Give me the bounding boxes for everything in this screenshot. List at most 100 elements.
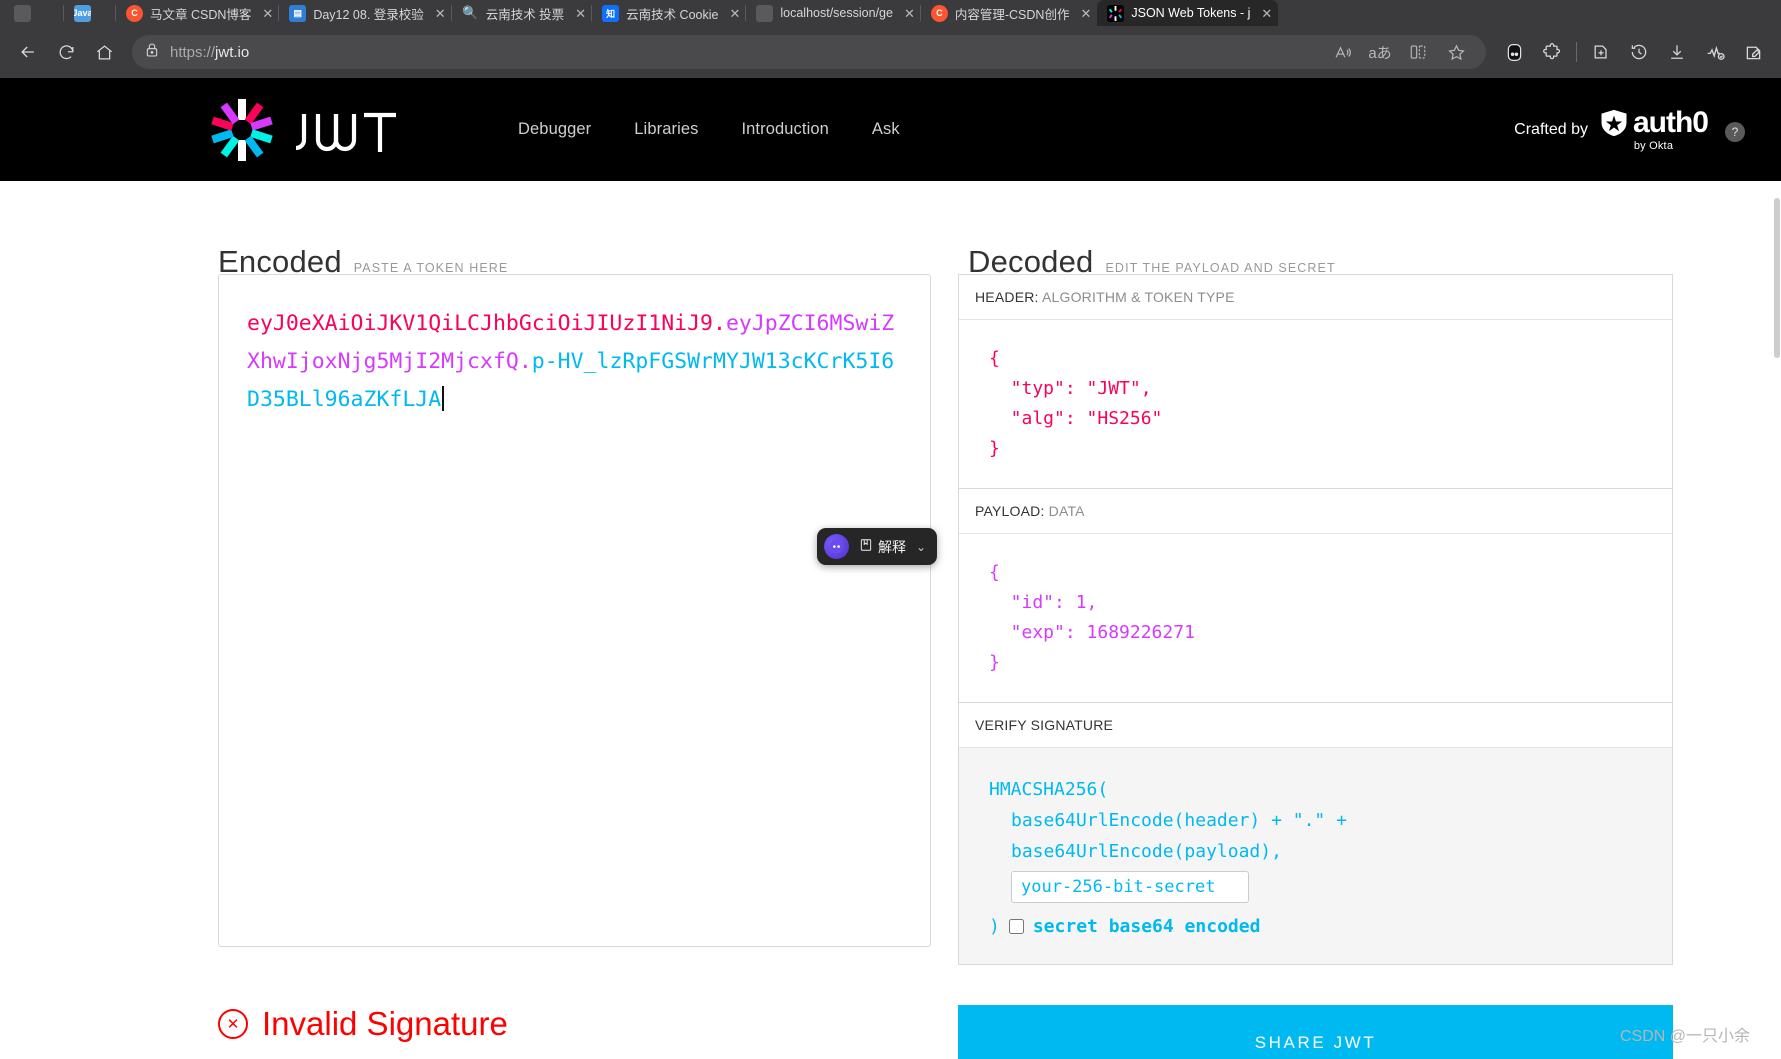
browser-tab[interactable]: C 马文章 CSDN博客 ✕ [116, 0, 280, 26]
home-icon[interactable] [86, 34, 122, 70]
header-label: HEADER: [975, 289, 1039, 305]
nav-item-introduction[interactable]: Introduction [741, 120, 828, 139]
nav-item-libraries[interactable]: Libraries [634, 120, 698, 139]
translate-widget-label[interactable]: 解释 [859, 537, 906, 557]
assistant-avatar-icon [824, 534, 849, 559]
signature-card: VERIFY SIGNATURE HMACSHA256( base64UrlEn… [958, 702, 1673, 965]
header-json[interactable]: { "typ": "JWT", "alg": "HS256" } [959, 320, 1672, 488]
history-icon[interactable] [1621, 34, 1657, 70]
decoded-title: Decoded [968, 244, 1094, 279]
header-card-title: HEADER: ALGORITHM & TOKEN TYPE [959, 275, 1672, 320]
encoded-token-input[interactable]: eyJ0eXAiOiJKV1QiLCJhbGciOiJIUzI1NiJ9.eyJ… [218, 274, 931, 947]
translate-widget[interactable]: 解释 ⌄ [817, 528, 938, 565]
jwt-wordmark [290, 109, 415, 152]
page-icon [756, 4, 774, 22]
read-aloud-icon[interactable] [1324, 34, 1360, 70]
site-nav: Debugger Libraries Introduction Ask [518, 120, 900, 139]
downloads-icon[interactable] [1659, 34, 1695, 70]
url-host: jwt.io [215, 43, 250, 61]
scrollbar-thumb[interactable] [1774, 198, 1780, 358]
site-header: Debugger Libraries Introduction Ask Craf… [0, 78, 1781, 181]
jwt-logo[interactable] [210, 98, 415, 162]
nav-item-debugger[interactable]: Debugger [518, 120, 591, 139]
text-caret [442, 386, 445, 411]
close-icon[interactable]: ✕ [431, 7, 446, 20]
jwt-token-text: eyJ0eXAiOiJKV1QiLCJhbGciOiJIUzI1NiJ9.eyJ… [247, 305, 902, 419]
signature-label: VERIFY SIGNATURE [975, 717, 1114, 733]
section-captions: Encoded PASTE A TOKEN HERE Decoded EDIT … [0, 244, 1781, 279]
browser-tab[interactable]: 知 云南技术 Cookie ✕ [592, 0, 747, 26]
collections-icon[interactable] [1583, 34, 1619, 70]
browser-tab[interactable]: ▤ Day12 08. 登录校验 ✕ [279, 0, 452, 26]
encoded-column: eyJ0eXAiOiJKV1QiLCJhbGciOiJIUzI1NiJ9.eyJ… [218, 274, 931, 1059]
java-icon: Java [74, 4, 91, 22]
address-bar-actions: aあ [1324, 34, 1474, 70]
payload-json[interactable]: { "id": 1, "exp": 1689226271 } [959, 534, 1672, 702]
base64-checkbox[interactable] [1008, 919, 1024, 934]
crafted-by-auth0[interactable]: Crafted by auth0 by Okta ? [1514, 105, 1745, 152]
close-icon[interactable]: ✕ [900, 7, 915, 20]
profile-icon[interactable] [1735, 34, 1771, 70]
browser-tab-active[interactable]: JSON Web Tokens - j ✕ [1097, 0, 1279, 26]
signature-status-label: Invalid Signature [262, 1005, 508, 1042]
signature-formula: HMACSHA256( base64UrlEncode(header) + ".… [959, 748, 1672, 964]
header-sublabel: ALGORITHM & TOKEN TYPE [1041, 289, 1235, 305]
error-x-icon: ✕ [218, 1009, 248, 1039]
tab-title: 云南技术 投票 [485, 7, 565, 22]
close-icon[interactable]: ✕ [571, 7, 586, 20]
base64-label[interactable]: secret base64 encoded [1033, 911, 1261, 942]
browser-tab[interactable]: 🔍 云南技术 投票 ✕ [452, 0, 593, 26]
payload-label: PAYLOAD: [975, 503, 1045, 519]
browser-window: Java C 马文章 CSDN博客 ✕ ▤ Day12 08. 登录校验 ✕ 🔍… [0, 0, 1781, 1059]
star-icon[interactable] [1438, 34, 1474, 70]
browser-toolbar: https://jwt.io aあ [0, 26, 1781, 78]
address-bar[interactable]: https://jwt.io aあ [132, 35, 1486, 69]
secret-input[interactable] [1011, 871, 1249, 903]
header-card: HEADER: ALGORITHM & TOKEN TYPE { "typ": … [958, 274, 1673, 488]
browser-tab[interactable]: Java [64, 0, 116, 26]
signature-card-title: VERIFY SIGNATURE [959, 703, 1672, 748]
copilot-icon[interactable] [1496, 34, 1532, 70]
close-icon[interactable]: ✕ [1257, 7, 1272, 20]
chevron-down-icon[interactable]: ⌄ [916, 540, 926, 554]
payload-sublabel: DATA [1048, 503, 1085, 519]
web-page: Encoded PASTE A TOKEN HERE Decoded EDIT … [0, 78, 1781, 1059]
signature-line-2: base64UrlEncode(header) + "." + [1011, 810, 1347, 831]
debugger-content: eyJ0eXAiOiJKV1QiLCJhbGciOiJIUzI1NiJ9.eyJ… [0, 274, 1781, 1059]
split-screen-icon[interactable] [1400, 34, 1436, 70]
help-icon[interactable]: ? [1725, 121, 1745, 142]
browser-essentials-icon[interactable] [1697, 34, 1733, 70]
refresh-icon[interactable] [48, 34, 84, 70]
close-icon[interactable]: ✕ [258, 7, 273, 20]
auth0-mark-icon [1601, 109, 1627, 136]
browser-tab[interactable] [4, 0, 64, 26]
nav-item-ask[interactable]: Ask [872, 120, 900, 139]
encoded-title: Encoded [218, 244, 342, 279]
payload-card: PAYLOAD: DATA { "id": 1, "exp": 16892262… [958, 488, 1673, 702]
decoded-hint: EDIT THE PAYLOAD AND SECRET [1105, 261, 1336, 275]
crafted-by-label: Crafted by [1514, 120, 1588, 138]
encoded-caption: Encoded PASTE A TOKEN HERE [218, 244, 508, 280]
page-scrollbar[interactable] [1773, 78, 1781, 1059]
close-icon[interactable]: ✕ [1076, 7, 1091, 20]
page-icon [14, 4, 31, 22]
share-jwt-button[interactable]: SHARE JWT [958, 1005, 1673, 1059]
url-text: https://jwt.io [170, 44, 249, 61]
lock-icon [144, 42, 160, 63]
token-dot-1: . [713, 311, 726, 336]
token-dot-2: . [518, 349, 532, 374]
browser-tab[interactable]: localhost/session/ge ✕ [746, 0, 921, 26]
translate-icon[interactable]: aあ [1362, 34, 1398, 70]
close-icon[interactable]: ✕ [725, 7, 740, 20]
tab-title: localhost/session/ge [780, 6, 893, 20]
jwt-logo-icon [210, 98, 274, 162]
auth0-byline: by Okta [1633, 139, 1674, 152]
tab-title: Day12 08. 登录校验 [313, 7, 424, 22]
extensions-icon[interactable] [1534, 34, 1570, 70]
browser-tab[interactable]: C 内容管理-CSDN创作 ✕ [921, 0, 1098, 26]
auth0-wordmark: auth0 [1632, 105, 1709, 139]
tab-title: 马文章 CSDN博客 [150, 7, 252, 22]
payload-card-title: PAYLOAD: DATA [959, 489, 1672, 534]
back-arrow-icon[interactable] [10, 34, 46, 70]
tab-title: 内容管理-CSDN创作 [954, 7, 1070, 22]
